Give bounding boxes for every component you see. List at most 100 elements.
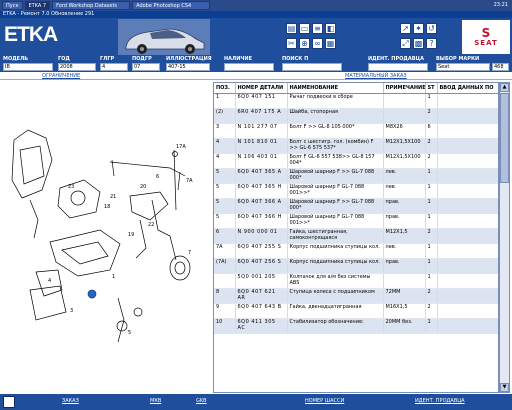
col-st[interactable]: ST	[425, 83, 438, 94]
cell-part-number: N 900 000 01	[235, 228, 288, 244]
table-row[interactable]: 3N 101 277 07 Болт F >> GL-8 105 000* M8X2…	[214, 123, 498, 139]
pin-icon[interactable]: ✦	[413, 23, 424, 34]
table-scrollbar[interactable]: ▲ ▼	[499, 82, 510, 393]
list-icon[interactable]: ≡	[312, 23, 323, 34]
table-row[interactable]: 6N 900 000 01 Гайка, шестигранная, самоко…	[214, 228, 498, 244]
callout-22: 22	[148, 222, 154, 228]
note-field[interactable]	[224, 63, 274, 71]
table-row[interactable]: 5 6Q0 407 365 A Шаровой шарнир F >> GL-7 0…	[214, 168, 498, 184]
search-input[interactable]	[282, 63, 342, 71]
tab-restriction[interactable]: ОГРАНИЧЕНИЕ	[42, 72, 80, 80]
mkv-link[interactable]: МКВ	[150, 398, 161, 404]
table-row[interactable]: 4N 106 403 01 Болт F GL-6 557 538>> GL-8 …	[214, 153, 498, 169]
cell-st: 2	[425, 153, 438, 169]
dealer-ident-link[interactable]: ИДЕНТ. ПРОДАВЦА	[415, 398, 465, 404]
grid-icon[interactable]: ▩	[413, 38, 424, 49]
bicycle-icon[interactable]: ∞	[312, 38, 323, 49]
ident-field[interactable]	[368, 63, 428, 71]
table-row[interactable]: 7A 6Q0 407 255 S Корпус подшипника ступицы…	[214, 243, 498, 259]
table-row[interactable]: 1 6Q0 407 151 Рычаг подвески в сборе 1	[214, 93, 498, 109]
undo-icon[interactable]: ↺	[426, 23, 437, 34]
catalog-icon[interactable]: ▦	[325, 38, 336, 49]
cell-name: Корпус подшипника ступицы кол.	[287, 243, 384, 259]
expand-icon[interactable]: ⤢	[400, 38, 411, 49]
app-icon	[3, 396, 15, 408]
arrow-icon[interactable]: ↗	[400, 23, 411, 34]
scroll-up-icon[interactable]: ▲	[500, 83, 509, 92]
parts-diagram: 17A 7A 6 20 21 22 19 18 23 1 4 3 5 7	[0, 80, 213, 393]
cell-name: Шайба, стопорная	[287, 108, 384, 124]
cell-st: 2	[425, 108, 438, 124]
cell-part-number: 6Q0 407 643 B	[235, 303, 288, 319]
col-data-entry[interactable]: ВВОД ДАННЫХ ПО	[437, 83, 498, 94]
table-row[interactable]: 8 6Q0 407 621 AR Ступица колеса с подшипни…	[214, 288, 498, 304]
col-part-number[interactable]: НОМЕР ДЕТАЛИ	[235, 83, 288, 94]
year-field[interactable]: 2008	[58, 63, 96, 71]
table-row[interactable]: 4N 101 810 01 Болт с шестигр. гол. (комби…	[214, 138, 498, 154]
scroll-thumb[interactable]	[500, 93, 509, 183]
tools-icon[interactable]: ✂	[286, 38, 297, 49]
taskbar-item-etka[interactable]: ETKA 7	[24, 1, 51, 10]
cell-name: Болт F GL-6 557 538>> GL-8 157 004*	[287, 153, 384, 169]
table-row[interactable]: 5 6Q0 407 366 A Шаровой шарнир F >> GL-7 0…	[214, 198, 498, 214]
cell-pos: 1	[214, 93, 236, 109]
tab-order[interactable]: МАТЕРИАЛЬНЫЙ ЗАКАЗ	[345, 72, 407, 80]
cell-st: 1	[425, 93, 438, 109]
cell-name: Шаровой шарнир F GL-7 088 001>>*	[287, 183, 384, 199]
taskbar-item-photoshop[interactable]: Adobe Photoshop CS4	[132, 1, 211, 10]
brand-number-field[interactable]: 468	[492, 63, 509, 71]
cell-data-entry	[437, 108, 498, 124]
cell-pos: 8	[214, 288, 236, 304]
col-note[interactable]: ПРИМЕЧАНИЕ	[383, 83, 426, 94]
cell-name: Болт с шестигр. гол. (комбин) F >> GL-6 …	[287, 138, 384, 154]
col-pos[interactable]: ПОЗ.	[214, 83, 236, 94]
chassis-number-link[interactable]: НОМЕР ШАССИ	[305, 398, 344, 404]
help-icon[interactable]: ?	[426, 38, 437, 49]
image-icon[interactable]: ◧	[325, 23, 336, 34]
illustration-field[interactable]: 407-15	[166, 63, 210, 71]
cell-st: 1	[425, 243, 438, 259]
gkb-link[interactable]: GKB	[196, 398, 207, 404]
toolbar-right: ↗ ✦ ↺	[400, 23, 437, 34]
cell-name: Ступица колеса с подшипником	[287, 288, 384, 304]
table-row[interactable]: (2) 6R0 407 175 A Шайба, стопорная 2	[214, 108, 498, 124]
cell-part-number: 6Q0 407 256 S	[235, 258, 288, 274]
model-field[interactable]: IB	[3, 63, 53, 71]
cell-data-entry	[437, 93, 498, 109]
order-link[interactable]: ЗАКАЗ	[62, 398, 79, 404]
callout-5: 5	[128, 330, 131, 336]
brand-select[interactable]: Seat	[436, 63, 490, 71]
callout-1: 1	[112, 274, 115, 280]
table-row[interactable]: 5 6Q0 407 365 H Шаровой шарнир F GL-7 088 …	[214, 183, 498, 199]
table-row[interactable]: 9 6Q0 407 643 B Гайка, двенадцатигранная M1…	[214, 303, 498, 319]
print-icon[interactable]: ▤	[286, 23, 297, 34]
cell-note: M12X1,5X100	[383, 138, 426, 154]
cell-pos: 7A	[214, 243, 236, 259]
table-row[interactable]: 5Q0 001 205 Колпачок для а/м без системы …	[214, 273, 498, 289]
cell-name: Шаровой шарнир F >> GL-7 088 000*	[287, 198, 384, 214]
scroll-down-icon[interactable]: ▼	[500, 383, 509, 392]
callout-7: 7	[188, 250, 191, 256]
clock: 23:21	[493, 2, 508, 8]
cell-name: Корпус подшипника ступицы кол.	[287, 258, 384, 274]
cell-note: 20MM без.	[383, 318, 426, 334]
col-name[interactable]: НАИМЕНОВАНИЕ	[287, 83, 384, 94]
cell-data-entry	[437, 183, 498, 199]
podgr-field[interactable]: 07	[132, 63, 160, 71]
table-row[interactable]: 5 6Q0 407 366 H Шаровой шарнир F GL-7 088 …	[214, 213, 498, 229]
start-button[interactable]: Пуск	[2, 1, 23, 10]
taskbar-item-ford[interactable]: Ford Workshop Datasets	[52, 1, 131, 10]
document-icon[interactable]: ▭	[299, 23, 310, 34]
table-row[interactable]: (7A) 6Q0 407 256 S Корпус подшипника ступи…	[214, 258, 498, 274]
cell-part-number: 6Q0 411 305 AC	[235, 318, 288, 334]
app-header: ETKA ▤ ▭ ≡ ◧ ✂ ⊕ ∞ ▦ ↗ ✦ ↺ ⤢ ▩ ? S SEAT	[0, 18, 512, 56]
cell-part-number: 6Q0 407 255 S	[235, 243, 288, 259]
table-row[interactable]: 10 6Q0 411 305 AC Стабилизатор обозначение…	[214, 318, 498, 334]
seat-logo: S SEAT	[462, 20, 510, 54]
table-header: ПОЗ. НОМЕР ДЕТАЛИ НАИМЕНОВАНИЕ ПРИМЕЧАНИ…	[214, 83, 498, 94]
zoom-icon[interactable]: ⊕	[299, 38, 310, 49]
cell-name: Шаровой шарнир F GL-7 088 001>>*	[287, 213, 384, 229]
cell-data-entry	[437, 228, 498, 244]
gg-field[interactable]: 4	[100, 63, 128, 71]
cell-name: Гайка, шестигранная, самоконтрящаяся	[287, 228, 384, 244]
